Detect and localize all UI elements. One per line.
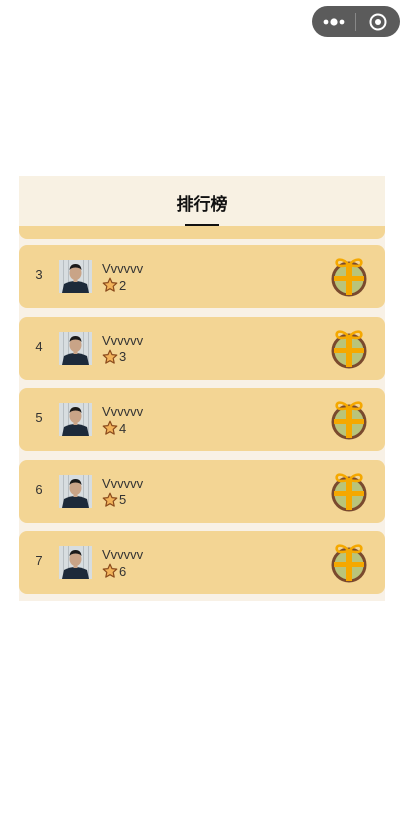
gift-icon[interactable] xyxy=(330,329,368,369)
rank-number: 6 xyxy=(35,481,43,497)
more-button[interactable] xyxy=(312,6,355,37)
ranking-header: 排行榜 xyxy=(19,176,385,226)
score-value: 3 xyxy=(119,349,127,364)
target-close-icon xyxy=(369,13,387,30)
user-name: Vvvvvv xyxy=(102,475,144,491)
user-name: Vvvvvv xyxy=(102,332,144,348)
user-name: Vvvvvv xyxy=(102,547,144,562)
close-button[interactable] xyxy=(356,6,400,37)
score-line: 6 xyxy=(102,563,126,579)
mini-program-capsule xyxy=(312,6,400,37)
list-item[interactable]: 5 Vvvvvv 4 xyxy=(19,388,385,451)
gift-icon[interactable] xyxy=(330,472,368,512)
star-icon xyxy=(102,420,118,435)
avatar xyxy=(59,260,92,293)
list-item[interactable]: 6 Vvvvvv 5 xyxy=(19,459,385,523)
score-value: 2 xyxy=(119,277,127,293)
star-icon xyxy=(102,563,118,578)
avatar xyxy=(59,331,92,365)
score-value: 6 xyxy=(119,563,127,579)
list-item[interactable]: 7 Vvvvvv 6 xyxy=(19,531,385,594)
rank-number: 7 xyxy=(35,553,43,568)
rank-number: 3 xyxy=(35,267,43,282)
star-icon xyxy=(102,349,118,364)
list-item[interactable]: 4 Vvvvvv 3 xyxy=(19,316,385,380)
gift-icon[interactable] xyxy=(330,257,368,297)
avatar xyxy=(59,474,92,508)
score-line: 4 xyxy=(102,420,126,436)
user-name: Vvvvvv xyxy=(102,261,144,276)
avatar xyxy=(59,403,92,436)
user-name: Vvvvvv xyxy=(102,404,144,419)
score-value: 4 xyxy=(119,420,127,436)
star-icon xyxy=(102,277,118,292)
score-line: 5 xyxy=(102,492,126,508)
gift-icon[interactable] xyxy=(330,543,368,583)
rank-number: 4 xyxy=(35,338,43,354)
gift-icon[interactable] xyxy=(330,400,368,440)
score-line: 3 xyxy=(102,349,126,365)
score-value: 5 xyxy=(119,492,127,507)
ranking-panel: 排行榜 3 Vvvvvv 2 4 Vvvvvv 3 5 Vvvvvv 4 6 V… xyxy=(19,176,385,601)
list-item[interactable]: 3 Vvvvvv 2 xyxy=(19,245,385,308)
star-icon xyxy=(102,492,118,507)
more-dots-icon xyxy=(323,17,344,26)
avatar xyxy=(59,546,92,579)
rank-number: 5 xyxy=(35,410,43,425)
page-title: 排行榜 xyxy=(176,195,228,214)
list-item-partial xyxy=(19,226,385,239)
score-line: 2 xyxy=(102,277,126,293)
